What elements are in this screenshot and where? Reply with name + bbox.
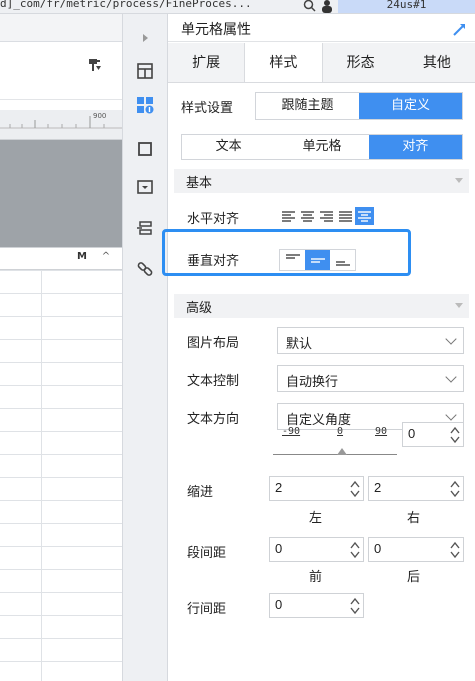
angle-slider-track[interactable]	[273, 454, 397, 455]
spinner-arrows-icon[interactable]	[349, 479, 361, 499]
custom-option[interactable]: 自定义	[359, 93, 462, 119]
style-mode-toggle: 跟随主题 自定义	[255, 92, 463, 120]
chevron-down-icon	[445, 333, 457, 345]
condition-icon[interactable]	[134, 176, 156, 198]
follow-theme-option[interactable]: 跟随主题	[256, 93, 359, 119]
slider-min-label: -90	[282, 426, 301, 437]
collapse-caret-icon	[455, 303, 463, 308]
align-left-icon[interactable]	[279, 207, 298, 225]
cell-properties-icon[interactable]	[134, 60, 156, 82]
sub-tab-bar: 文本 单元格 对齐	[181, 134, 463, 160]
hyperlink-icon[interactable]	[134, 258, 156, 280]
column-m-label: M	[77, 251, 87, 262]
sheet-area: 900 M ^	[0, 14, 122, 681]
style-settings-icon[interactable]	[134, 94, 156, 116]
image-layout-label: 图片布局	[187, 336, 240, 351]
text-direction-label: 文本方向	[187, 412, 240, 427]
para-before-spinner[interactable]: 0	[269, 537, 364, 562]
sheet-toolbar-2	[0, 42, 122, 100]
tab-style[interactable]: 样式	[244, 43, 323, 82]
widget-icon[interactable]	[134, 138, 156, 160]
ruler-label: 900	[93, 112, 107, 120]
spinner-arrows-icon[interactable]	[349, 540, 361, 560]
tab-other[interactable]: 其他	[399, 43, 475, 82]
text-control-label: 文本控制	[187, 374, 240, 389]
align-center-icon[interactable]	[298, 207, 317, 225]
image-layout-select[interactable]: 默认	[277, 327, 464, 354]
slider-max-label: 90	[375, 426, 388, 437]
spinner-arrows-icon[interactable]	[449, 425, 461, 445]
expand-arrow-icon[interactable]	[143, 34, 148, 42]
pin-icon[interactable]	[452, 23, 466, 37]
tab-shape[interactable]: 形态	[323, 43, 399, 82]
style-setting-label: 样式设置	[181, 101, 234, 116]
property-icon-bar	[122, 14, 168, 681]
align-justify-icon[interactable]	[336, 207, 355, 225]
indent-left-caption: 左	[309, 511, 323, 526]
sub-tab-cell[interactable]: 单元格	[275, 135, 369, 159]
angle-slider-thumb[interactable]	[337, 448, 347, 455]
line-spacing-label: 行间距	[187, 602, 227, 617]
spinner-arrows-icon[interactable]	[449, 479, 461, 499]
sheet-toolbar	[0, 14, 122, 42]
browser-strip: d]_com/fr/metric/process/FineProces... 2…	[0, 0, 475, 14]
collapse-caret-icon	[455, 178, 463, 183]
align-right-icon[interactable]	[317, 207, 336, 225]
session-counter: 24us#1	[338, 0, 475, 13]
section-advanced-label: 高级	[186, 301, 213, 316]
indent-left-spinner[interactable]: 2	[269, 476, 364, 501]
indent-left-value: 2	[275, 480, 283, 495]
para-after-spinner[interactable]: 0	[368, 537, 464, 562]
text-control-value: 自动换行	[286, 375, 339, 390]
para-after-caption: 后	[407, 570, 421, 585]
sub-tab-align[interactable]: 对齐	[368, 135, 462, 159]
para-before-caption: 前	[309, 570, 323, 585]
sub-tab-text[interactable]: 文本	[182, 135, 276, 159]
para-after-value: 0	[374, 541, 382, 556]
panel-header: 单元格属性	[168, 14, 475, 42]
format-painter-icon[interactable]	[88, 58, 102, 72]
indent-right-caption: 右	[407, 511, 421, 526]
horizontal-ruler: 900	[0, 110, 122, 140]
angle-spinner[interactable]: 0	[402, 422, 464, 447]
section-basic-label: 基本	[186, 176, 213, 191]
person-icon[interactable]	[321, 0, 333, 13]
indent-label: 缩进	[187, 485, 214, 500]
spinner-arrows-icon[interactable]	[449, 540, 461, 560]
image-layout-value: 默认	[286, 337, 313, 352]
section-basic[interactable]: 基本	[174, 169, 469, 193]
search-icon[interactable]	[303, 0, 316, 13]
column-header: M ^	[0, 247, 122, 270]
spinner-arrows-icon[interactable]	[349, 596, 361, 616]
tab-expand[interactable]: 扩展	[168, 43, 244, 82]
scroll-up-arrow[interactable]: ^	[100, 251, 112, 263]
align-distributed-icon[interactable]	[355, 207, 374, 225]
url-text: d]_com/fr/metric/process/FineProces...	[0, 0, 252, 10]
slider-mid-label: 0	[337, 426, 344, 437]
line-spacing-value: 0	[275, 597, 283, 612]
horizontal-align-group	[279, 207, 374, 225]
highlight-annotation	[162, 229, 411, 276]
panel-title: 单元格属性	[181, 22, 251, 38]
text-control-select[interactable]: 自动换行	[277, 365, 464, 392]
indent-right-value: 2	[374, 480, 382, 495]
indent-right-spinner[interactable]: 2	[368, 476, 464, 501]
horizontal-align-label: 水平对齐	[187, 212, 240, 227]
line-spacing-spinner[interactable]: 0	[269, 593, 364, 618]
canvas-preview	[0, 140, 122, 247]
para-spacing-label: 段间距	[187, 546, 227, 561]
property-tabs: 扩展 样式 形态 其他	[168, 43, 475, 83]
chevron-down-icon	[445, 371, 457, 383]
angle-value: 0	[408, 426, 416, 441]
chevron-down-icon	[445, 409, 457, 421]
data-source-icon[interactable]	[134, 218, 156, 240]
sheet-grid[interactable]	[0, 270, 122, 681]
para-before-value: 0	[275, 541, 283, 556]
section-advanced[interactable]: 高级	[174, 294, 469, 318]
